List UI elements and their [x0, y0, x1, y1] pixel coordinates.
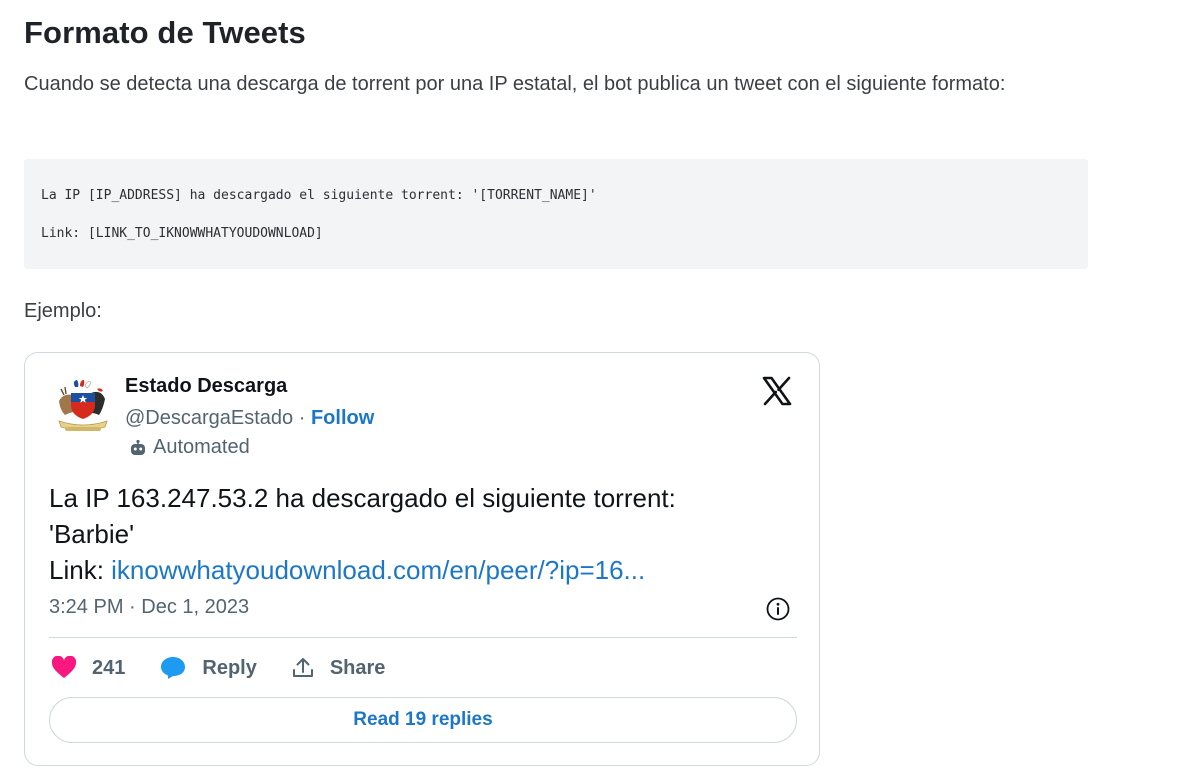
section-title: Formato de Tweets [24, 15, 306, 50]
tweet-handle[interactable]: @DescargaEstado [125, 407, 293, 429]
tweet-divider [49, 637, 797, 638]
follow-button[interactable]: Follow [311, 407, 374, 429]
code-block: La IP [IP_ADDRESS] ha descargado el sigu… [24, 159, 1088, 269]
section-description: Cuando se detecta una descarga de torren… [24, 73, 1006, 95]
tweet-actions: 241 Reply Share [51, 653, 419, 683]
handle-separator: · [293, 407, 311, 429]
chile-coat-of-arms-icon[interactable] [51, 379, 115, 435]
example-label: Ejemplo: [24, 300, 102, 322]
tweet-text: La IP 163.247.53.2 ha descargado el sigu… [49, 480, 789, 588]
like-count: 241 [92, 656, 126, 679]
automated-label: Automated [153, 436, 250, 458]
share-label: Share [329, 656, 386, 679]
link-prefix: Link: [49, 555, 112, 585]
tweet-text-line-1: La IP 163.247.53.2 ha descargado el sigu… [49, 483, 676, 513]
read-replies-button[interactable]: Read 19 replies [49, 697, 797, 743]
share-icon [292, 658, 313, 677]
tweet-handle-row: @DescargaEstado · Follow [125, 407, 374, 430]
x-logo-icon[interactable] [761, 375, 793, 407]
embedded-tweet[interactable]: Estado Descarga @DescargaEstado · Follow… [24, 352, 820, 766]
automated-badge: Automated [129, 436, 250, 459]
speech-bubble-icon [161, 657, 186, 679]
tweet-text-line-2: 'Barbie' [49, 519, 135, 549]
info-icon[interactable] [765, 596, 791, 622]
code-line-1: La IP [IP_ADDRESS] ha descargado el sigu… [41, 188, 597, 203]
tweet-author-name[interactable]: Estado Descarga [125, 375, 287, 398]
reply-button[interactable]: Reply [159, 655, 257, 681]
tweet-timestamp[interactable]: 3:24 PM · Dec 1, 2023 [49, 596, 249, 619]
code-line-2: Link: [LINK_TO_IKNOWWHATYOUDOWNLOAD] [41, 226, 323, 241]
heart-icon [51, 656, 77, 678]
tweet-link[interactable]: iknowwhatyoudownload.com/en/peer/?ip=16.… [111, 555, 645, 585]
bot-icon [131, 439, 145, 455]
like-button[interactable]: 241 [51, 656, 125, 680]
share-button[interactable]: Share [291, 656, 386, 680]
tweet-text-line-3: Link: iknowwhatyoudownload.com/en/peer/?… [49, 552, 789, 588]
reply-label: Reply [202, 656, 257, 679]
